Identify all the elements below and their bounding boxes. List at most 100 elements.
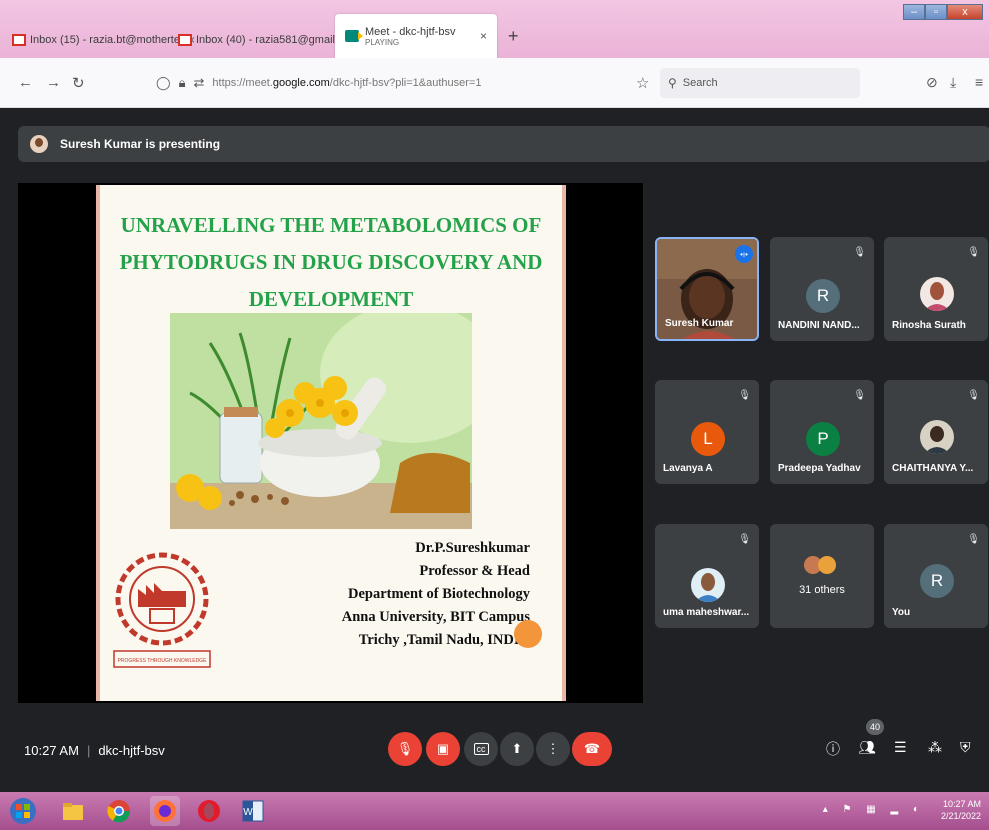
- participant-name: NANDINI NAND...: [778, 320, 860, 331]
- chrome-icon[interactable]: [104, 796, 134, 826]
- participant-tile-suresh[interactable]: •ı• Suresh Kumar: [655, 237, 759, 341]
- url-domain: google.com: [272, 77, 330, 89]
- slide-presenter-info: Dr.P.Sureshkumar Professor & Head Depart…: [330, 537, 530, 652]
- os-taskbar: W ▴ ⚑ ▦ ▂ ◐ 10:27 AM 2/21/2022: [0, 792, 989, 830]
- system-tray-icons[interactable]: ▴ ⚑ ▦ ▂ ◐: [823, 804, 925, 815]
- participant-tile-you[interactable]: 🎙︎ R You: [884, 524, 988, 628]
- menu-icon[interactable]: ≡: [975, 74, 983, 90]
- presenting-text: Suresh Kumar is presenting: [60, 137, 221, 151]
- activities-icon[interactable]: ⁂: [928, 739, 942, 756]
- start-button[interactable]: [8, 796, 38, 826]
- reload-icon[interactable]: ↻: [72, 74, 85, 92]
- clock-date: 2/21/2022: [940, 811, 981, 821]
- participant-tile-nandini[interactable]: 🎙︎ R NANDINI NAND...: [770, 237, 874, 341]
- people-icon[interactable]: 👥︎: [858, 739, 876, 756]
- search-input[interactable]: ⚲ Search: [660, 68, 860, 98]
- captions-button[interactable]: cc: [464, 732, 498, 766]
- tab-meet[interactable]: Meet - dkc-hjtf-bsv PLAYING ×: [335, 14, 497, 58]
- bookmark-star-icon[interactable]: ☆: [636, 74, 649, 92]
- close-window-button[interactable]: x: [947, 4, 983, 20]
- maximize-button[interactable]: ▫: [925, 4, 947, 20]
- system-clock[interactable]: 10:27 AM 2/21/2022: [941, 798, 981, 822]
- presenting-banner: Suresh Kumar is presenting: [18, 126, 989, 162]
- browser-toolbar: ← → ↻ ◯ 🔒︎ ⇄ https://meet. google.com/dkc…: [0, 58, 989, 108]
- back-icon[interactable]: ←: [18, 74, 33, 91]
- avatar-group: [804, 556, 836, 574]
- window-controls: – ▫ x: [903, 4, 983, 20]
- others-count: 31 others: [799, 584, 845, 596]
- participant-name: Lavanya A: [663, 463, 713, 474]
- url-prefix: https://meet.: [212, 77, 273, 89]
- participant-name: Pradeepa Yadhav: [778, 463, 861, 474]
- hangup-icon: ☎︎: [583, 741, 601, 756]
- participant-tile-uma[interactable]: 🎙︎ uma maheshwar...: [655, 524, 759, 628]
- pocket-icon[interactable]: ⊘: [926, 74, 938, 91]
- url-rest: /dkc-hjtf-bsv?pli=1&authuser=1: [329, 77, 482, 89]
- file-explorer-icon[interactable]: [58, 796, 88, 826]
- permissions-icon[interactable]: ⇄: [193, 75, 204, 91]
- tab-label: Inbox (15) - razia.bt@motherte: [30, 34, 180, 46]
- svg-text:W: W: [243, 807, 253, 818]
- download-icon[interactable]: ⤓: [950, 74, 956, 91]
- mic-off-icon: 🎙︎: [967, 534, 980, 545]
- shield-icon[interactable]: ◯: [156, 75, 171, 91]
- mic-off-icon: 🎙︎: [738, 390, 751, 401]
- participant-tile-others[interactable]: 31 others: [770, 524, 874, 628]
- avatar: R: [920, 564, 954, 598]
- pointer-dot: [514, 620, 542, 648]
- presenter-avatar: [30, 135, 48, 153]
- mic-toggle-button[interactable]: 🎙︎: [388, 732, 422, 766]
- meeting-controls-bar: 10:27 AM | dkc-hjtf-bsv 🎙︎ ▣ cc ⬆ ⋮ ☎︎ ⓘ 👥…: [0, 719, 989, 783]
- present-button[interactable]: ⬆: [500, 732, 534, 766]
- presentation-slide: UNRAVELLING THE METABOLOMICS OF PHYTODRU…: [96, 185, 566, 701]
- participant-tile-chaithanya[interactable]: 🎙︎ CHAITHANYA Y...: [884, 380, 988, 484]
- anna-university-logo: PROGRESS THROUGH KNOWLEDGE: [113, 552, 211, 668]
- browser-tab-strip: Inbox (15) - razia.bt@motherte × Inbox (…: [0, 0, 989, 58]
- participant-name: CHAITHANYA Y...: [892, 463, 974, 474]
- minimize-button[interactable]: –: [903, 4, 925, 20]
- slide-title-line1: UNRAVELLING THE METABOLOMICS OF: [120, 213, 542, 237]
- participant-count-badge: 40: [866, 719, 884, 735]
- camera-off-icon: ▣: [436, 741, 450, 756]
- meeting-code: dkc-hjtf-bsv: [98, 743, 165, 758]
- speaking-indicator-icon: •ı•: [735, 245, 753, 263]
- mic-off-icon: 🎙︎: [738, 534, 751, 545]
- mic-off-icon: 🎙︎: [396, 741, 414, 756]
- participant-tile-rinosha[interactable]: 🎙︎ Rinosha Surath: [884, 237, 988, 341]
- close-icon[interactable]: ×: [480, 29, 487, 43]
- meeting-details-icon[interactable]: ⓘ: [826, 739, 840, 759]
- firefox-icon[interactable]: [150, 796, 180, 826]
- avatar: L: [691, 422, 725, 456]
- captions-icon: cc: [473, 743, 489, 755]
- presenter-line: Dr.P.Sureshkumar: [415, 540, 530, 556]
- camera-toggle-button[interactable]: ▣: [426, 732, 460, 766]
- avatar: [920, 277, 954, 311]
- mic-off-icon: 🎙︎: [853, 390, 866, 401]
- host-controls-icon[interactable]: ⛨: [960, 739, 971, 756]
- present-icon: ⬆: [511, 741, 523, 756]
- participant-tile-lavanya[interactable]: 🎙︎ L Lavanya A: [655, 380, 759, 484]
- opera-icon[interactable]: [194, 796, 224, 826]
- word-icon[interactable]: W: [238, 796, 268, 826]
- more-vert-icon: ⋮: [546, 741, 560, 756]
- avatar: [920, 420, 954, 454]
- chat-icon[interactable]: ☰: [894, 739, 907, 756]
- mic-off-icon: 🎙︎: [967, 247, 980, 258]
- participant-name: Suresh Kumar: [665, 318, 734, 329]
- meeting-time: 10:27 AM: [24, 743, 79, 758]
- lock-icon[interactable]: 🔒︎: [179, 75, 186, 91]
- tab-sublabel: PLAYING: [365, 37, 400, 47]
- forward-icon[interactable]: →: [46, 74, 61, 91]
- avatar: R: [806, 279, 840, 313]
- avatar: P: [806, 422, 840, 456]
- address-bar[interactable]: ◯ 🔒︎ ⇄ https://meet. google.com/dkc-hjtf-…: [148, 68, 660, 98]
- new-tab-button[interactable]: +: [508, 26, 519, 47]
- tab-label: Inbox (40) - razia581@gmail.co: [196, 34, 350, 46]
- leave-call-button[interactable]: ☎︎: [572, 732, 612, 766]
- search-placeholder: Search: [682, 77, 718, 89]
- participant-name: Rinosha Surath: [892, 320, 966, 331]
- more-options-button[interactable]: ⋮: [536, 732, 570, 766]
- mic-off-icon: 🎙︎: [853, 247, 866, 258]
- participant-tile-pradeepa[interactable]: 🎙︎ P Pradeepa Yadhav: [770, 380, 874, 484]
- svg-text:PROGRESS THROUGH KNOWLEDGE: PROGRESS THROUGH KNOWLEDGE: [118, 658, 207, 664]
